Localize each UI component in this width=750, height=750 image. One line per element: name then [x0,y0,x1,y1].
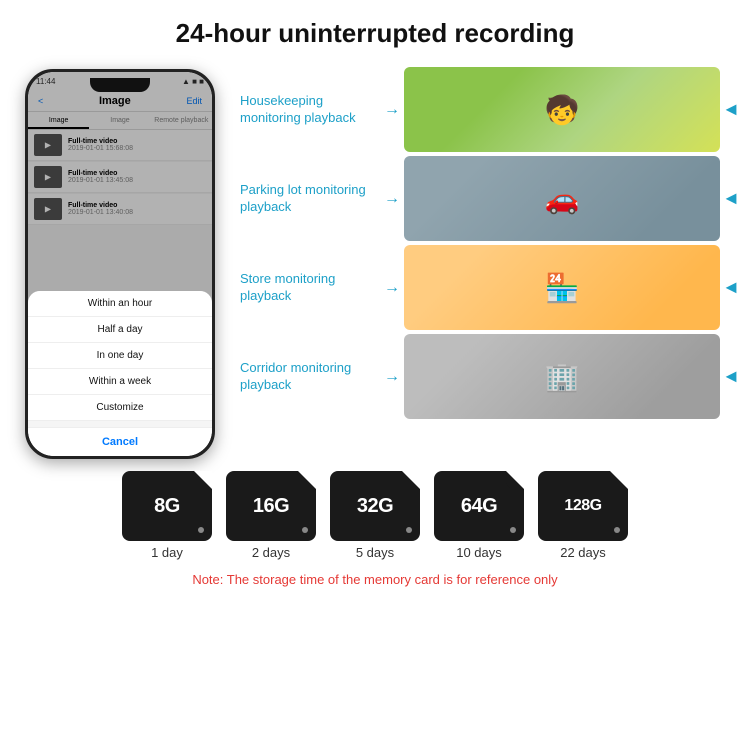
arrow-store: → [384,279,400,297]
sdcard-days-32g: 5 days [356,545,394,560]
monitoring-item-store: Store monitoring playback → ◄ [240,245,740,330]
monitoring-image-housekeeping [404,67,720,152]
sdcard-dot-32g [406,527,412,533]
phone-wrapper: 11:44 ▲ ■ ■ < Image Edit Image Image Rem… [10,59,230,459]
arrow-housekeeping: → [384,101,400,119]
phone-modal-item-1[interactable]: Within an hour [28,291,212,317]
monitoring-image-corridor [404,334,720,419]
chevron-housekeeping: ◄ [722,99,740,120]
phone: 11:44 ▲ ■ ■ < Image Edit Image Image Rem… [25,69,215,459]
page-title: 24-hour uninterrupted recording [20,18,730,49]
sdcard-label-32g: 32G [357,495,393,518]
phone-modal-cancel[interactable]: Cancel [28,427,212,456]
arrow-corridor: → [384,368,400,386]
phone-modal-content: Within an hour Half a day In one day Wit… [28,291,212,456]
sdcard-item-64g: 64G 10 days [434,471,524,560]
sdcard-dot-128g [614,527,620,533]
monitoring-item-parking: Parking lot monitoring playback → ◄ [240,156,740,241]
sdcard-label-64g: 64G [461,495,497,518]
middle-section: 11:44 ▲ ■ ■ < Image Edit Image Image Rem… [0,59,750,459]
sdcard-label-16g: 16G [253,495,289,518]
sdcard-label-8g: 8G [154,495,180,518]
monitoring-section: Housekeeping monitoring playback → ◄ Par… [230,59,740,423]
sdcard-32g: 32G [330,471,420,541]
sdcard-item-8g: 8G 1 day [122,471,212,560]
sdcard-item-16g: 16G 2 days [226,471,316,560]
phone-notch [90,78,150,92]
sdcard-corner-64g [506,471,524,489]
chevron-corridor: ◄ [722,366,740,387]
sdcard-dot-16g [302,527,308,533]
monitoring-label-housekeeping: Housekeeping monitoring playback [240,93,380,127]
monitoring-item-housekeeping: Housekeeping monitoring playback → ◄ [240,67,740,152]
monitoring-label-parking: Parking lot monitoring playback [240,182,380,216]
chevron-store: ◄ [722,277,740,298]
sdcard-dot-8g [198,527,204,533]
phone-modal: Within an hour Half a day In one day Wit… [28,72,212,456]
sdcard-64g: 64G [434,471,524,541]
sdcard-corner-32g [402,471,420,489]
sdcard-corner-8g [194,471,212,489]
phone-modal-item-2[interactable]: Half a day [28,317,212,343]
chevron-parking: ◄ [722,188,740,209]
monitoring-label-store: Store monitoring playback [240,271,380,305]
sdcard-128g: 128G [538,471,628,541]
sdcard-row: 8G 1 day 16G 2 days 32G 5 days [10,471,740,560]
header-section: 24-hour uninterrupted recording [0,0,750,59]
sdcard-label-128g: 128G [564,497,601,515]
sdcard-days-8g: 1 day [151,545,183,560]
phone-modal-item-4[interactable]: Within a week [28,369,212,395]
arrow-parking: → [384,190,400,208]
sdcard-section: 8G 1 day 16G 2 days 32G 5 days [0,459,750,568]
sdcard-days-16g: 2 days [252,545,290,560]
monitoring-image-store [404,245,720,330]
sdcard-8g: 8G [122,471,212,541]
storage-note: Note: The storage time of the memory car… [0,568,750,597]
sdcard-corner-16g [298,471,316,489]
sdcard-item-128g: 128G 22 days [538,471,628,560]
sdcard-16g: 16G [226,471,316,541]
sdcard-corner-128g [610,471,628,489]
phone-modal-item-3[interactable]: In one day [28,343,212,369]
monitoring-item-corridor: Corridor monitoring playback → ◄ [240,334,740,419]
phone-screen: 11:44 ▲ ■ ■ < Image Edit Image Image Rem… [28,72,212,456]
monitoring-label-corridor: Corridor monitoring playback [240,360,380,394]
sdcard-days-64g: 10 days [456,545,502,560]
sdcard-item-32g: 32G 5 days [330,471,420,560]
sdcard-dot-64g [510,527,516,533]
phone-modal-item-5[interactable]: Customize [28,395,212,421]
monitoring-image-parking [404,156,720,241]
sdcard-days-128g: 22 days [560,545,606,560]
